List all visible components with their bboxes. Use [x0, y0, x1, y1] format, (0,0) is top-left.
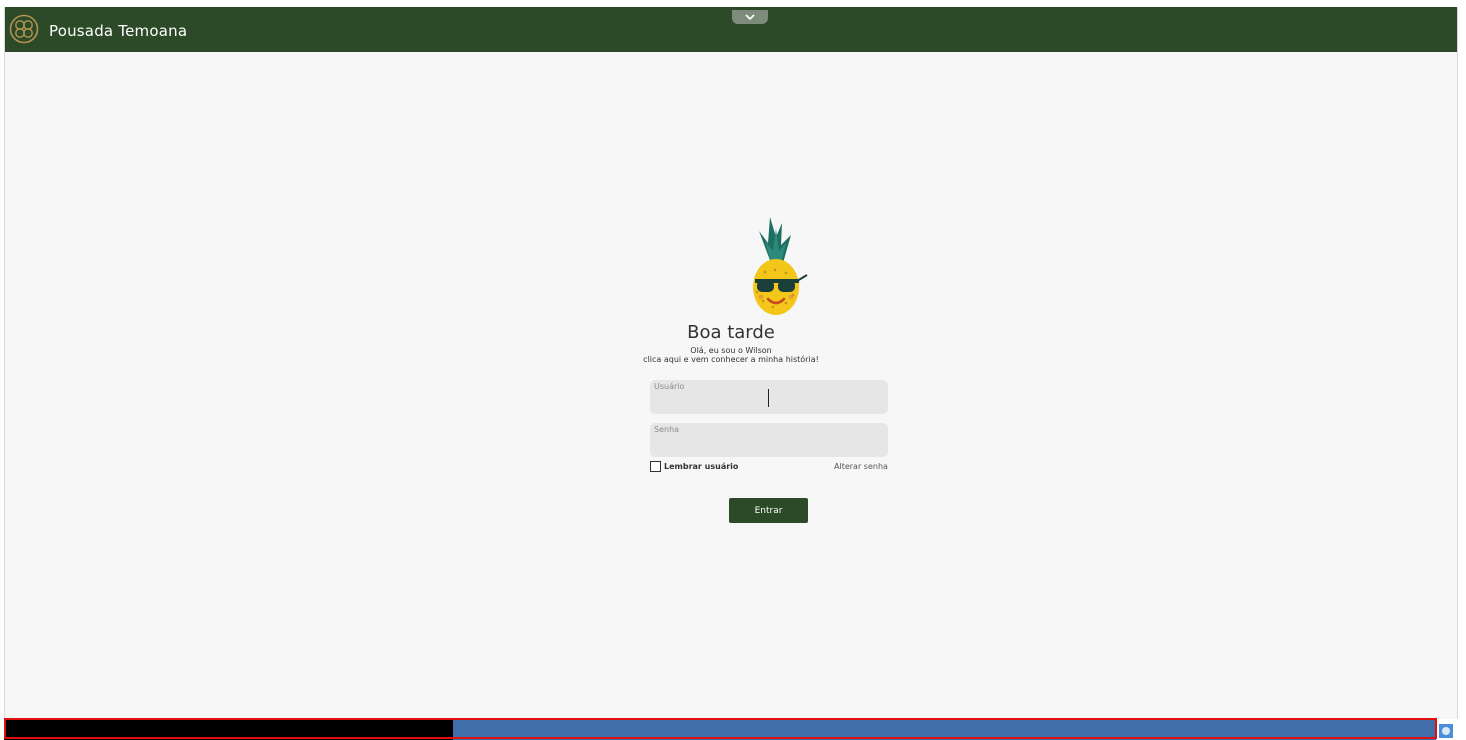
- chevron-down-icon: [745, 14, 755, 20]
- username-input[interactable]: [650, 390, 888, 412]
- password-input[interactable]: [650, 433, 888, 455]
- app-window: Pousada Temoana Boa tarde Olá, eu sou o …: [4, 7, 1458, 719]
- collapse-header-button[interactable]: [732, 10, 768, 24]
- username-field[interactable]: Usuário: [650, 380, 888, 414]
- login-button[interactable]: Entrar: [729, 498, 808, 523]
- change-password-link[interactable]: Alterar senha: [834, 462, 888, 471]
- remember-user-label: Lembrar usuário: [664, 462, 739, 471]
- knot-logo-icon[interactable]: [9, 14, 39, 44]
- password-field[interactable]: Senha: [650, 423, 888, 457]
- mascot-intro-link-line1[interactable]: Olá, eu sou o Wilson: [5, 346, 1457, 355]
- taskbar-main-segment[interactable]: [453, 719, 1436, 740]
- top-bar: Pousada Temoana: [5, 7, 1457, 52]
- pineapple-sunglasses-icon: [753, 217, 808, 315]
- text-caret: [768, 389, 769, 407]
- checkbox-icon[interactable]: [650, 461, 661, 472]
- taskbar-left-segment: [4, 719, 453, 740]
- mascot-intro-link-line2[interactable]: clica aqui e vem conhecer a minha histór…: [5, 355, 1457, 364]
- app-tray-icon[interactable]: [1439, 724, 1453, 738]
- greeting-title: Boa tarde: [687, 322, 775, 343]
- remember-user-checkbox[interactable]: Lembrar usuário: [650, 461, 738, 472]
- brand-name: Pousada Temoana: [49, 22, 188, 40]
